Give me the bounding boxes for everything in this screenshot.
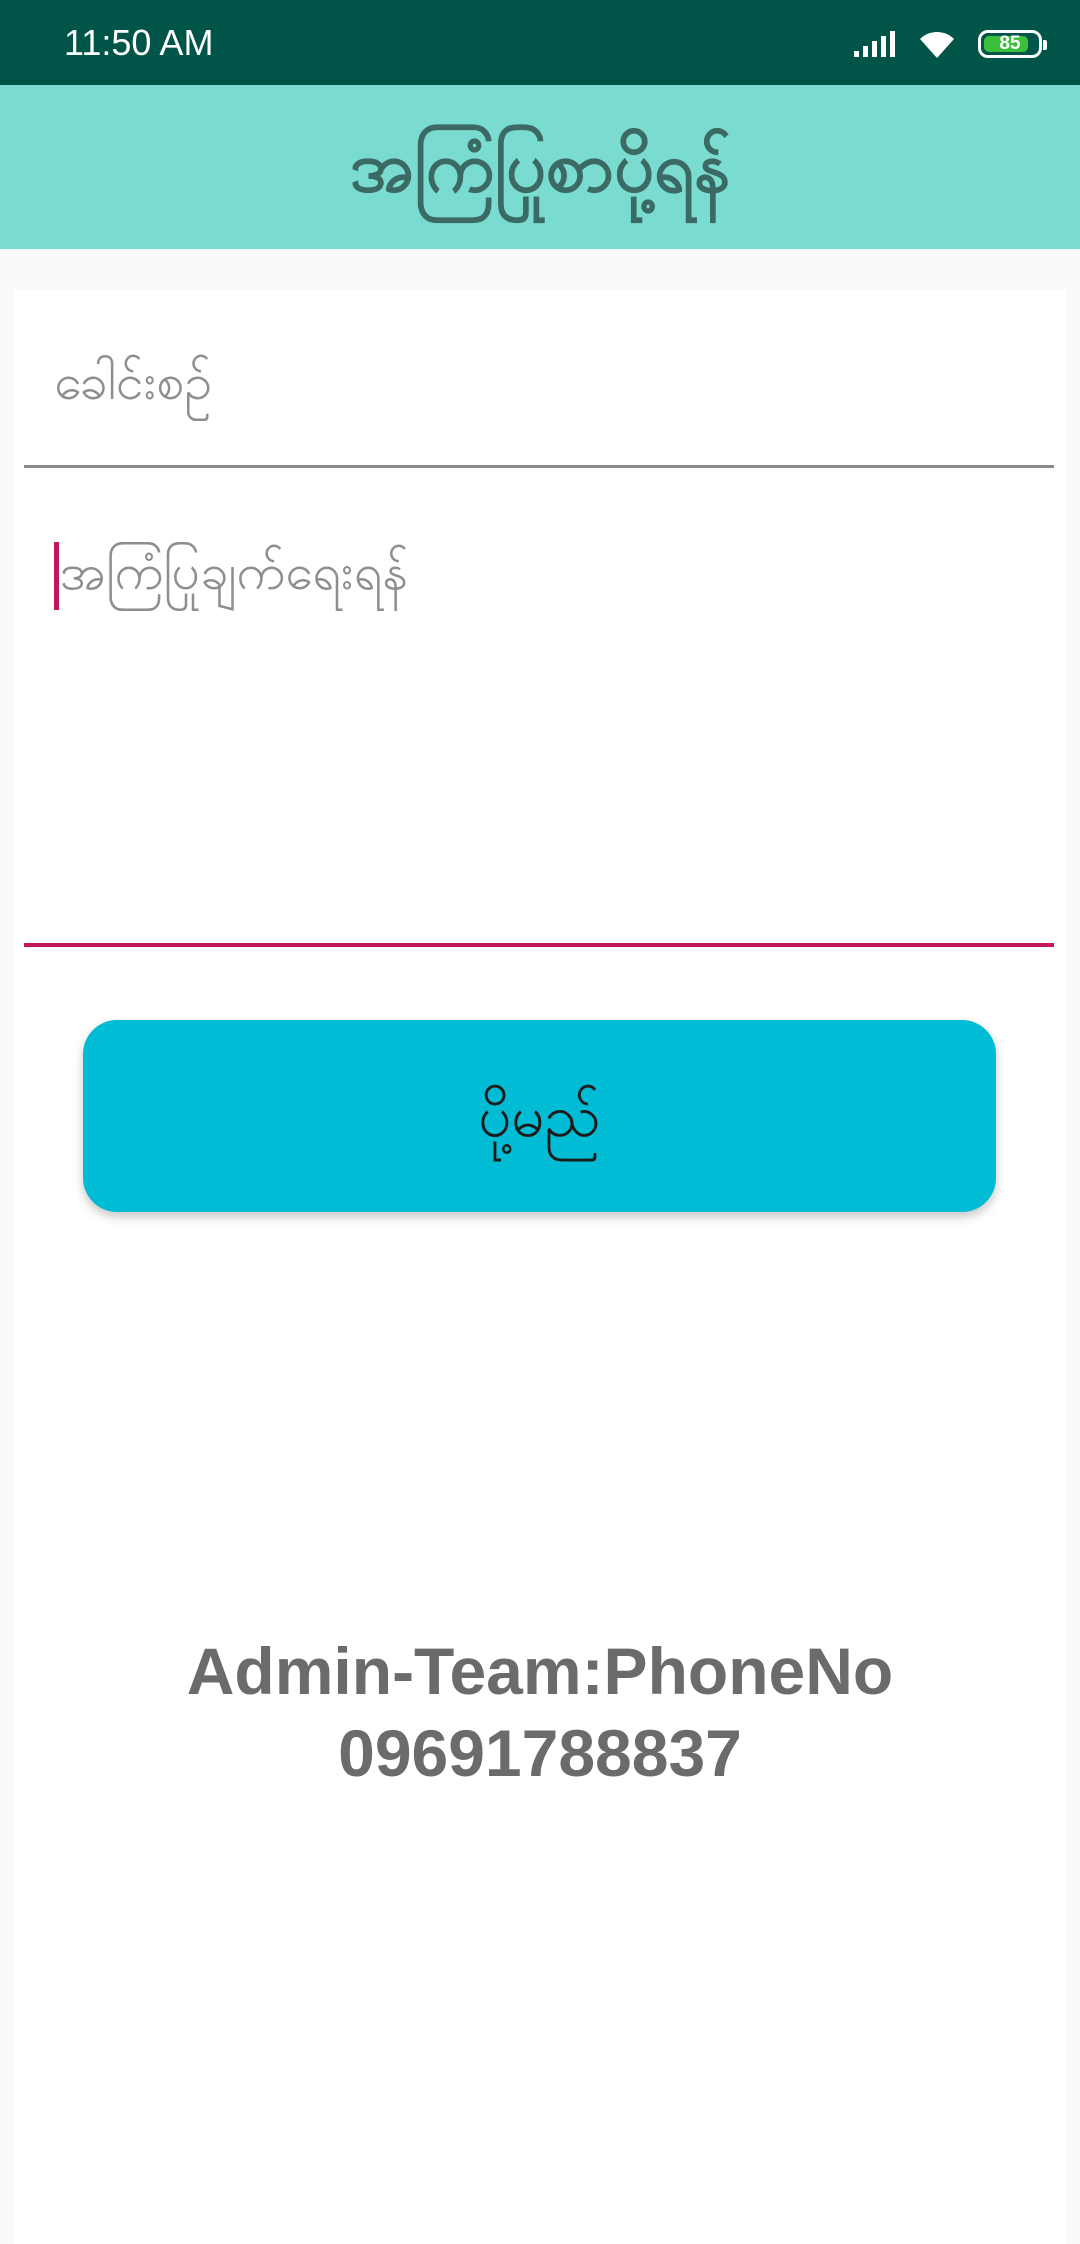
- suggestion-input[interactable]: အကြံပြုချက်ရေးရန်: [24, 470, 1054, 947]
- battery-level: 85: [999, 33, 1021, 54]
- admin-contact-label: Admin-Team:PhoneNo: [186, 1634, 894, 1708]
- admin-contact: Admin-Team:PhoneNo 09691788837: [14, 1630, 1066, 1794]
- admin-phone-number: 09691788837: [338, 1716, 742, 1790]
- feedback-form: ခေါင်းစဉ် အကြံပြုချက်ရေးရန် ပို့မည် Admi…: [14, 290, 1066, 2244]
- wifi-icon: [920, 31, 954, 58]
- suggestion-placeholder: အကြံပြုချက်ရေးရန်: [60, 543, 409, 601]
- signal-icon: [854, 31, 895, 57]
- send-button-label: ပို့မည်: [478, 1082, 601, 1150]
- page-title: အကြံပြုစာပို့ရန်: [349, 126, 731, 208]
- status-bar: 11:50 AM 85: [0, 0, 1080, 85]
- battery-icon: 85: [978, 30, 1047, 58]
- app-bar: အကြံပြုစာပို့ရန်: [0, 85, 1080, 249]
- title-placeholder: ခေါင်းစဉ်: [54, 353, 213, 411]
- text-cursor: [54, 542, 59, 610]
- status-icons: 85: [852, 26, 1047, 62]
- title-input[interactable]: ခေါင်းစဉ်: [24, 290, 1054, 468]
- status-time: 11:50 AM: [64, 22, 214, 63]
- battery-tip: [1043, 40, 1047, 50]
- send-button[interactable]: ပို့မည်: [83, 1020, 996, 1212]
